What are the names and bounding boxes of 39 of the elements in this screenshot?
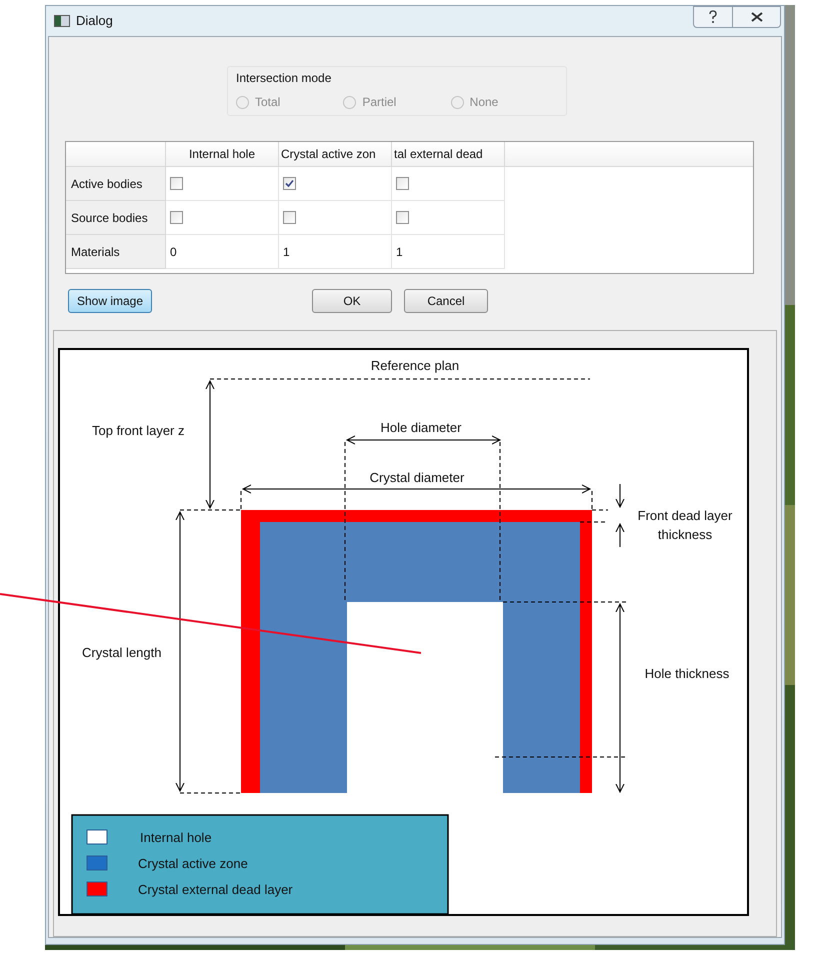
- column-header[interactable]: Crystal active zon: [279, 142, 392, 166]
- dashed-guide-line: [180, 792, 242, 794]
- table-cell-text: 1: [396, 244, 403, 260]
- checkbox[interactable]: [283, 177, 296, 190]
- close-icon: [750, 12, 762, 22]
- dimension-arrow: [616, 484, 624, 508]
- table-cell-text: 1: [283, 244, 290, 260]
- dimension-label: Front dead layer thickness: [638, 508, 732, 542]
- dialog-button[interactable]: Cancel: [404, 289, 488, 313]
- dimension-label: Crystal length: [82, 645, 162, 660]
- checkbox[interactable]: [170, 177, 183, 190]
- checkbox[interactable]: [170, 211, 183, 224]
- checkmark-icon: [284, 178, 295, 189]
- dialog-button[interactable]: OK: [312, 289, 392, 313]
- help-icon: [708, 10, 718, 24]
- legend-label: Crystal external dead layer: [138, 882, 293, 897]
- legend-label: Internal hole: [140, 830, 212, 845]
- checkbox[interactable]: [396, 177, 409, 190]
- window-title: Dialog: [76, 12, 113, 30]
- legend-label: Crystal active zone: [138, 856, 248, 871]
- close-button[interactable]: [733, 6, 781, 28]
- dimension-arrow: [616, 524, 624, 548]
- column-header[interactable]: Internal hole: [166, 142, 279, 166]
- help-button[interactable]: [693, 6, 733, 28]
- column-header[interactable]: tal external dead: [392, 142, 505, 166]
- dimension-label: Reference plan: [370, 358, 460, 373]
- app-icon: [54, 15, 70, 27]
- group-title: Intersection mode: [236, 70, 332, 87]
- checkbox[interactable]: [283, 211, 296, 224]
- row-header[interactable]: Active bodies: [66, 167, 166, 201]
- table-cell-text: 0: [170, 244, 177, 260]
- row-header[interactable]: Materials: [66, 235, 166, 269]
- checkbox[interactable]: [396, 211, 409, 224]
- dimension-label: Top front layer z: [92, 423, 184, 438]
- dimension-label: Hole diameter: [380, 420, 462, 435]
- dimension-label: Crystal diameter: [370, 470, 464, 485]
- show-image-button[interactable]: Show image: [68, 289, 152, 313]
- dimension-label: Hole thickness: [644, 666, 730, 681]
- row-header[interactable]: Source bodies: [66, 201, 166, 235]
